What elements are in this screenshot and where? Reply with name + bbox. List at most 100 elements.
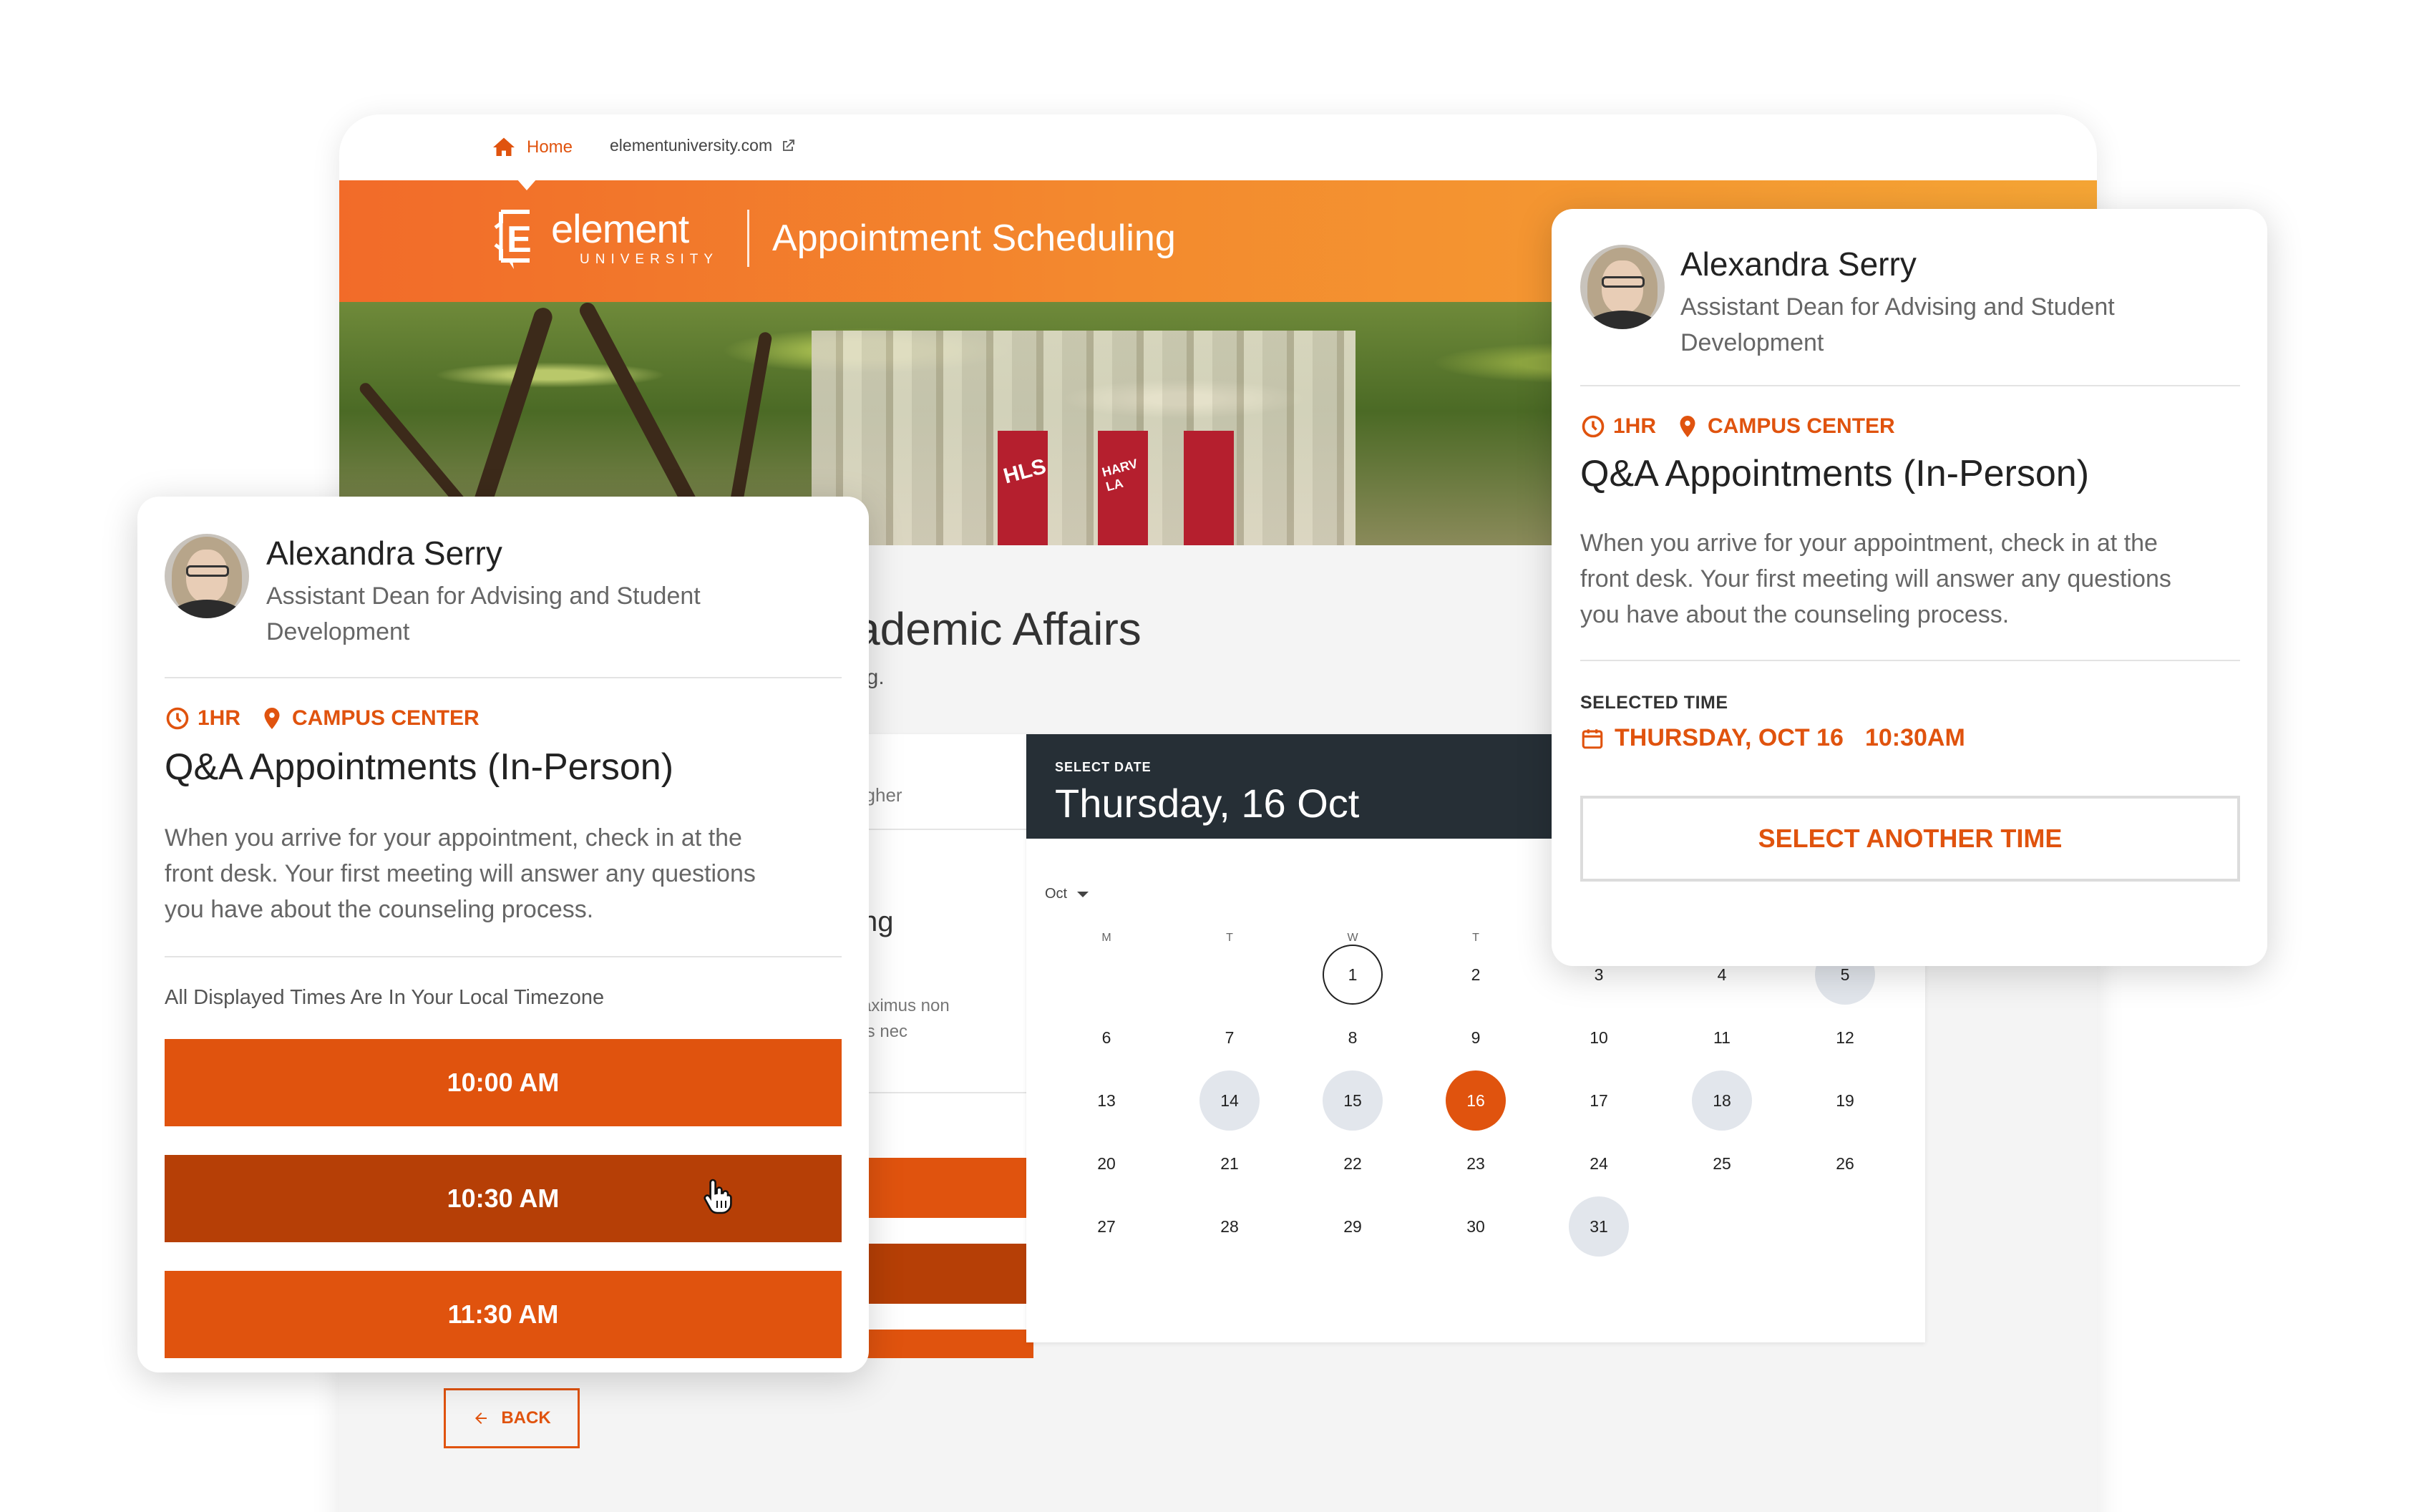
- clock-icon: [166, 707, 189, 730]
- location-pin-icon: [1680, 416, 1695, 437]
- site-link[interactable]: elementuniversity.com: [610, 136, 797, 155]
- service-title: Q&A Appointments (In-Person): [165, 746, 674, 788]
- month-label: Oct: [1045, 886, 1068, 902]
- calendar-day: 22: [1343, 1154, 1362, 1173]
- calendar-day[interactable]: 14: [1199, 1070, 1260, 1131]
- service-description: When you arrive for your appointment, ch…: [165, 824, 756, 923]
- calendar-day: 11: [1713, 1028, 1731, 1047]
- appointment-confirmation-card: Alexandra Serry Assistant Dean for Advis…: [1552, 209, 2267, 966]
- weekday-label: T: [1472, 932, 1479, 944]
- app-title: Appointment Scheduling: [772, 218, 1176, 259]
- hero-flag: HLS: [998, 431, 1048, 545]
- weekday-label: M: [1101, 932, 1111, 944]
- weekday-label: T: [1226, 932, 1233, 944]
- divider: [847, 829, 1033, 830]
- select-date-label: SELECT DATE: [1055, 760, 1152, 774]
- site-link-label: elementuniversity.com: [610, 136, 773, 155]
- logo-divider: [747, 210, 750, 267]
- time-slot-button[interactable]: 11:30 AM: [165, 1271, 842, 1358]
- weekday-label: W: [1347, 932, 1358, 944]
- service-description: When you arrive for your appointment, ch…: [1580, 530, 2171, 628]
- clock-icon: [1582, 415, 1605, 438]
- duration-label: 1HR: [198, 706, 241, 730]
- nav-active-caret: [517, 179, 537, 190]
- appointment-meta: 1HR CAMPUS CENTER: [165, 706, 480, 731]
- select-another-time-button[interactable]: SELECT ANOTHER TIME: [1580, 796, 2240, 882]
- calendar-day: 25: [1713, 1154, 1731, 1173]
- calendar-day: 12: [1836, 1028, 1854, 1047]
- calendar-day: 7: [1225, 1028, 1235, 1047]
- logo-wordmark: element: [551, 206, 689, 251]
- hero-flag: [1184, 431, 1234, 545]
- calendar-day: 1: [1323, 945, 1383, 1005]
- duration-label: 1HR: [1613, 414, 1657, 438]
- selected-date-display: Thursday, 16 Oct: [1055, 781, 1360, 826]
- time-slot-button[interactable]: 10:00 AM: [165, 1039, 842, 1126]
- external-link-icon: [783, 139, 795, 151]
- advisor-role: Assistant Dean for Advising and Student …: [1680, 293, 2115, 356]
- calendar-day[interactable]: 18: [1692, 1070, 1752, 1131]
- calendar-day: 2: [1471, 965, 1481, 984]
- selected-time-label: SELECTED TIME: [1580, 693, 1728, 713]
- logo-mark: E: [491, 206, 547, 270]
- advisor-name: Alexandra Serry: [1680, 245, 1917, 283]
- calendar-day: 8: [1348, 1028, 1358, 1047]
- time-button[interactable]: [847, 1158, 1033, 1218]
- home-link-label: Home: [527, 137, 573, 157]
- avatar: [165, 534, 249, 618]
- logo-letter: E: [507, 219, 532, 260]
- divider: [165, 677, 842, 678]
- top-nav: Home elementuniversity.com: [339, 114, 2097, 190]
- calendar-day: 23: [1466, 1154, 1485, 1173]
- arrow-left-icon: [475, 1413, 487, 1424]
- home-link[interactable]: Home: [491, 135, 573, 160]
- location-label: CAMPUS CENTER: [292, 706, 480, 730]
- hand-cursor-icon: [704, 1179, 732, 1214]
- appointment-meta: 1HR CAMPUS CENTER: [1580, 414, 1895, 439]
- divider: [1580, 660, 2240, 661]
- calendar-day: 26: [1836, 1154, 1854, 1173]
- divider: [1580, 385, 2240, 386]
- calendar-day: 9: [1471, 1028, 1481, 1047]
- service-title: Q&A Appointments (In-Person): [1580, 453, 2090, 494]
- page-heading: ademic Affairs: [855, 603, 1142, 655]
- calendar-icon: [1582, 728, 1603, 748]
- selected-day: THURSDAY, OCT 16: [1615, 724, 1844, 751]
- divider: [165, 956, 842, 957]
- timezone-note: All Displayed Times Are In Your Local Ti…: [165, 986, 605, 1009]
- back-button-label: BACK: [501, 1408, 551, 1428]
- location-label: CAMPUS CENTER: [1708, 414, 1895, 438]
- location-pin-icon: [264, 708, 280, 729]
- time-button[interactable]: [847, 1244, 1033, 1304]
- selected-time: 10:30AM: [1864, 724, 1965, 751]
- calendar-day: 19: [1836, 1091, 1854, 1110]
- calendar-day: 29: [1343, 1217, 1362, 1236]
- chevron-down-icon: [1077, 891, 1089, 897]
- calendar-day[interactable]: 15: [1323, 1070, 1383, 1131]
- calendar-day: 13: [1097, 1091, 1116, 1110]
- advisor-name: Alexandra Serry: [266, 535, 502, 572]
- calendar-day: 10: [1590, 1028, 1608, 1047]
- calendar-day[interactable]: 16: [1446, 1070, 1506, 1131]
- divider: [847, 1092, 1033, 1093]
- calendar-day: 17: [1590, 1091, 1608, 1110]
- calendar-day: 20: [1097, 1154, 1116, 1173]
- appointment-times-card: Alexandra Serry Assistant Dean for Advis…: [137, 497, 869, 1372]
- calendar-day: 30: [1466, 1217, 1485, 1236]
- avatar: [1580, 245, 1665, 329]
- logo-subtitle: UNIVERSITY: [580, 252, 719, 267]
- back-button[interactable]: BACK: [444, 1388, 580, 1448]
- month-selector[interactable]: Oct: [1045, 886, 1089, 902]
- calendar-day: 27: [1097, 1217, 1116, 1236]
- time-slot-button[interactable]: 10:30 AM: [165, 1155, 842, 1242]
- calendar-day: 21: [1220, 1154, 1239, 1173]
- calendar-day: 6: [1101, 1028, 1111, 1047]
- calendar-day[interactable]: 31: [1569, 1196, 1629, 1257]
- time-button[interactable]: [847, 1330, 1033, 1358]
- selected-time-value: THURSDAY, OCT 16 10:30AM: [1580, 724, 1965, 752]
- university-logo: E element UNIVERSITY Appointment Schedul…: [491, 206, 1176, 270]
- hero-flag: HARV LA: [1098, 431, 1148, 545]
- calendar-day: 24: [1590, 1154, 1608, 1173]
- calendar-day: 28: [1220, 1217, 1239, 1236]
- advisor-role: Assistant Dean for Advising and Student …: [266, 582, 701, 645]
